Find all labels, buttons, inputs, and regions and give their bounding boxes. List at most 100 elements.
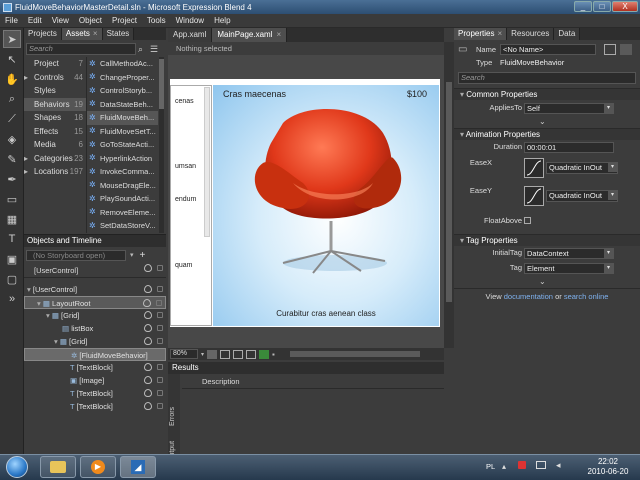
chevron-down-icon[interactable]: ▾ — [130, 251, 134, 259]
chevron-down-icon[interactable]: ▾ — [201, 351, 204, 358]
asset-item[interactable]: ✲ HyperlinkAction — [87, 152, 158, 166]
lock-icon[interactable] — [157, 286, 163, 292]
menu-project[interactable]: Project — [107, 16, 142, 25]
lock-icon[interactable] — [604, 44, 616, 55]
brush-transform-tool-icon[interactable]: ✎ — [3, 150, 21, 168]
section-tag[interactable]: ▾ Tag Properties — [454, 234, 640, 246]
duration-field[interactable]: 00:00:01 — [524, 142, 614, 153]
clock[interactable]: 22:02 2010-06-20 — [580, 457, 636, 477]
pen-tool-icon[interactable]: ✒ — [3, 170, 21, 188]
properties-search-input[interactable]: Search — [458, 72, 636, 84]
maximize-button[interactable]: □ — [593, 1, 611, 12]
asset-item[interactable]: ✲ MouseDragEle... — [87, 179, 158, 193]
expand-assets-icon[interactable]: » — [3, 290, 21, 308]
lock-icon[interactable] — [157, 265, 163, 271]
master-listbox[interactable]: cenas umsan endum quam — [170, 85, 212, 326]
expand-advanced-icon[interactable]: ⌄ — [539, 277, 546, 286]
explorer-taskbar-icon[interactable] — [40, 456, 76, 478]
eye-icon[interactable] — [144, 285, 152, 293]
easing-curve-icon[interactable] — [524, 186, 544, 206]
list-view-icon[interactable]: ☰ — [150, 44, 160, 54]
search-icon[interactable]: ⌕ — [138, 44, 148, 54]
tray-expand-icon[interactable]: ▴ — [502, 462, 506, 471]
media-player-taskbar-icon[interactable]: ▶ — [80, 456, 116, 478]
layout-panel-tool-icon[interactable]: ▦ — [3, 210, 21, 228]
tree-node-listbox[interactable]: ▤ listBox — [24, 322, 166, 335]
lock-icon[interactable] — [157, 390, 163, 396]
lock-icon[interactable] — [156, 300, 162, 306]
storyboard-picker[interactable]: (No Storyboard open) — [26, 249, 126, 261]
category-media[interactable]: Media 6 — [24, 138, 86, 152]
tree-node-textblock[interactable]: T [TextBlock] — [24, 400, 166, 413]
menu-help[interactable]: Help — [209, 16, 235, 25]
lock-icon[interactable] — [157, 338, 163, 344]
list-item[interactable]: cenas — [175, 98, 194, 105]
eye-icon[interactable] — [144, 264, 152, 272]
asset-item[interactable]: ✲ GoToStateActi... — [87, 138, 158, 152]
snap-lines-icon[interactable] — [246, 349, 257, 359]
section-animation[interactable]: ▾ Animation Properties — [454, 128, 640, 140]
list-item[interactable]: quam — [175, 262, 193, 269]
eye-icon[interactable] — [143, 299, 151, 307]
tab-data[interactable]: Data — [554, 28, 581, 40]
asset-item[interactable]: ✲ RemoveEleme... — [87, 206, 158, 220]
close-icon[interactable]: × — [277, 30, 282, 39]
language-indicator[interactable]: PL — [486, 462, 495, 471]
eye-icon[interactable] — [144, 363, 152, 371]
tab-properties[interactable]: Properties × — [454, 28, 508, 40]
asset-item-selected[interactable]: ✲ FluidMoveBeh... — [87, 111, 158, 125]
minimize-button[interactable]: _ — [574, 1, 592, 12]
category-shapes[interactable]: Shapes 18 — [24, 111, 86, 125]
tab-app-xaml[interactable]: App.xaml — [168, 28, 213, 42]
eye-icon[interactable] — [144, 311, 152, 319]
tree-node-textblock[interactable]: T [TextBlock] — [24, 361, 166, 374]
expand-advanced-icon[interactable]: ⌄ — [539, 117, 546, 126]
close-icon[interactable]: × — [497, 29, 502, 38]
tree-node-textblock[interactable]: T [TextBlock] — [24, 387, 166, 400]
zoom-tool-icon[interactable]: ⌕ — [3, 90, 21, 108]
list-item[interactable]: umsan — [175, 163, 196, 170]
tree-node-fluidmovebehavior[interactable]: ✲ [FluidMoveBehavior] — [24, 348, 166, 361]
tree-node-grid[interactable]: ▾ ▦ [Grid] — [24, 335, 166, 348]
eye-icon[interactable] — [144, 402, 152, 410]
category-styles[interactable]: Styles — [24, 84, 86, 98]
initialtag-dropdown[interactable]: DataContext ▾ — [524, 248, 614, 259]
eye-icon[interactable] — [144, 337, 152, 345]
snap-points-icon[interactable] — [259, 349, 270, 359]
annotations-icon[interactable]: ▪ — [272, 350, 275, 359]
tab-states[interactable]: States — [102, 28, 135, 40]
lock-icon[interactable] — [157, 377, 163, 383]
category-controls[interactable]: ▸ Controls 44 — [24, 71, 86, 85]
category-categories[interactable]: ▸ Categories 23 — [24, 152, 86, 166]
tree-node-grid[interactable]: ▾ ▦ [Grid] — [24, 309, 166, 322]
asset-item[interactable]: ✲ DataStateBeh... — [87, 98, 158, 112]
easex-dropdown[interactable]: Quadratic InOut ▾ — [546, 162, 618, 174]
asset-scrollbar[interactable] — [159, 57, 164, 233]
asset-tool-icon[interactable]: ▢ — [3, 270, 21, 288]
asset-item[interactable]: ✲ ChangeProper... — [87, 71, 158, 85]
tab-resources[interactable]: Resources — [507, 28, 555, 40]
list-item[interactable]: endum — [175, 196, 196, 203]
rectangle-tool-icon[interactable]: ▭ — [3, 190, 21, 208]
asset-item[interactable]: ✲ InvokeComma... — [87, 165, 158, 179]
canvas-scrollbar-vertical[interactable] — [444, 42, 454, 348]
category-project[interactable]: Project 7 — [24, 57, 86, 71]
action-center-icon[interactable] — [518, 461, 526, 469]
eye-icon[interactable] — [144, 376, 152, 384]
selection-tool-icon[interactable]: ➤ — [3, 30, 21, 48]
close-icon[interactable]: × — [93, 29, 98, 38]
asset-item[interactable]: ✲ PlaySoundActi... — [87, 192, 158, 206]
tab-errors[interactable]: Errors — [169, 407, 176, 426]
category-behaviors[interactable]: Behaviors 19 — [24, 97, 86, 111]
menu-window[interactable]: Window — [171, 16, 209, 25]
menu-edit[interactable]: Edit — [23, 16, 47, 25]
tree-node-layoutroot[interactable]: ▾ ▦ LayoutRoot — [24, 296, 166, 309]
start-button[interactable] — [6, 456, 28, 478]
menu-tools[interactable]: Tools — [142, 16, 171, 25]
asset-item[interactable]: ✲ FluidMoveSetT... — [87, 125, 158, 139]
easey-dropdown[interactable]: Quadratic InOut ▾ — [546, 190, 618, 202]
category-locations[interactable]: ▸ Locations 197 — [24, 165, 86, 179]
tree-node-image[interactable]: ▣ [Image] — [24, 374, 166, 387]
tag-dropdown[interactable]: Element ▾ — [524, 263, 614, 274]
close-button[interactable]: X — [612, 1, 638, 12]
